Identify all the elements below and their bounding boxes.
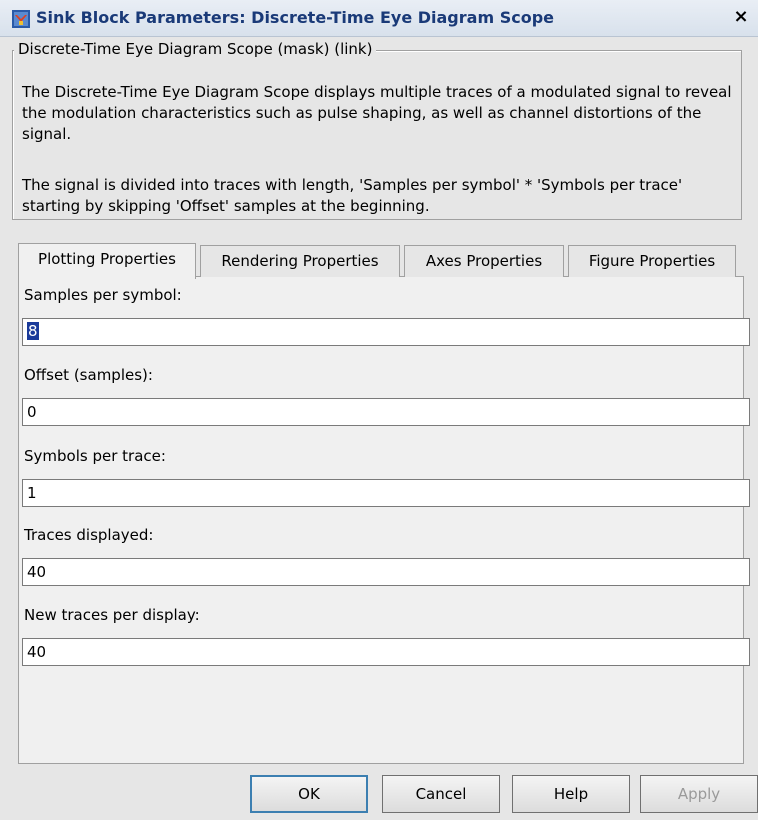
tab-plotting-properties[interactable]: Plotting Properties bbox=[18, 243, 196, 279]
window-title: Sink Block Parameters: Discrete-Time Eye… bbox=[36, 8, 554, 27]
tab-rendering-properties[interactable]: Rendering Properties bbox=[200, 245, 400, 277]
apply-button[interactable]: Apply bbox=[640, 775, 758, 813]
simulink-block-icon bbox=[12, 10, 30, 28]
samples-per-symbol-value: 8 bbox=[27, 322, 39, 340]
traces-displayed-input[interactable] bbox=[22, 558, 750, 586]
tab-strip: Plotting Properties Rendering Properties… bbox=[18, 243, 738, 279]
symbols-per-trace-label: Symbols per trace: bbox=[24, 447, 166, 465]
description-paragraph-1: The Discrete-Time Eye Diagram Scope disp… bbox=[22, 83, 732, 143]
description-paragraph-2: The signal is divided into traces with l… bbox=[22, 176, 683, 215]
symbols-per-trace-input[interactable] bbox=[22, 479, 750, 507]
description-legend: Discrete-Time Eye Diagram Scope (mask) (… bbox=[14, 40, 377, 58]
dialog-window: Sink Block Parameters: Discrete-Time Eye… bbox=[0, 0, 758, 820]
samples-per-symbol-input[interactable]: 8 bbox=[22, 318, 750, 346]
close-icon[interactable]: × bbox=[732, 8, 750, 26]
cancel-button[interactable]: Cancel bbox=[382, 775, 500, 813]
samples-per-symbol-label: Samples per symbol: bbox=[24, 286, 182, 304]
title-bar[interactable]: Sink Block Parameters: Discrete-Time Eye… bbox=[0, 0, 758, 37]
help-button[interactable]: Help bbox=[512, 775, 630, 813]
offset-label: Offset (samples): bbox=[24, 366, 153, 384]
ok-button[interactable]: OK bbox=[250, 775, 368, 813]
new-traces-input[interactable] bbox=[22, 638, 750, 666]
tab-axes-properties[interactable]: Axes Properties bbox=[404, 245, 564, 277]
tab-figure-properties[interactable]: Figure Properties bbox=[568, 245, 736, 277]
traces-displayed-label: Traces displayed: bbox=[24, 526, 154, 544]
tab-panel-plotting bbox=[18, 276, 744, 764]
new-traces-label: New traces per display: bbox=[24, 606, 200, 624]
offset-input[interactable] bbox=[22, 398, 750, 426]
